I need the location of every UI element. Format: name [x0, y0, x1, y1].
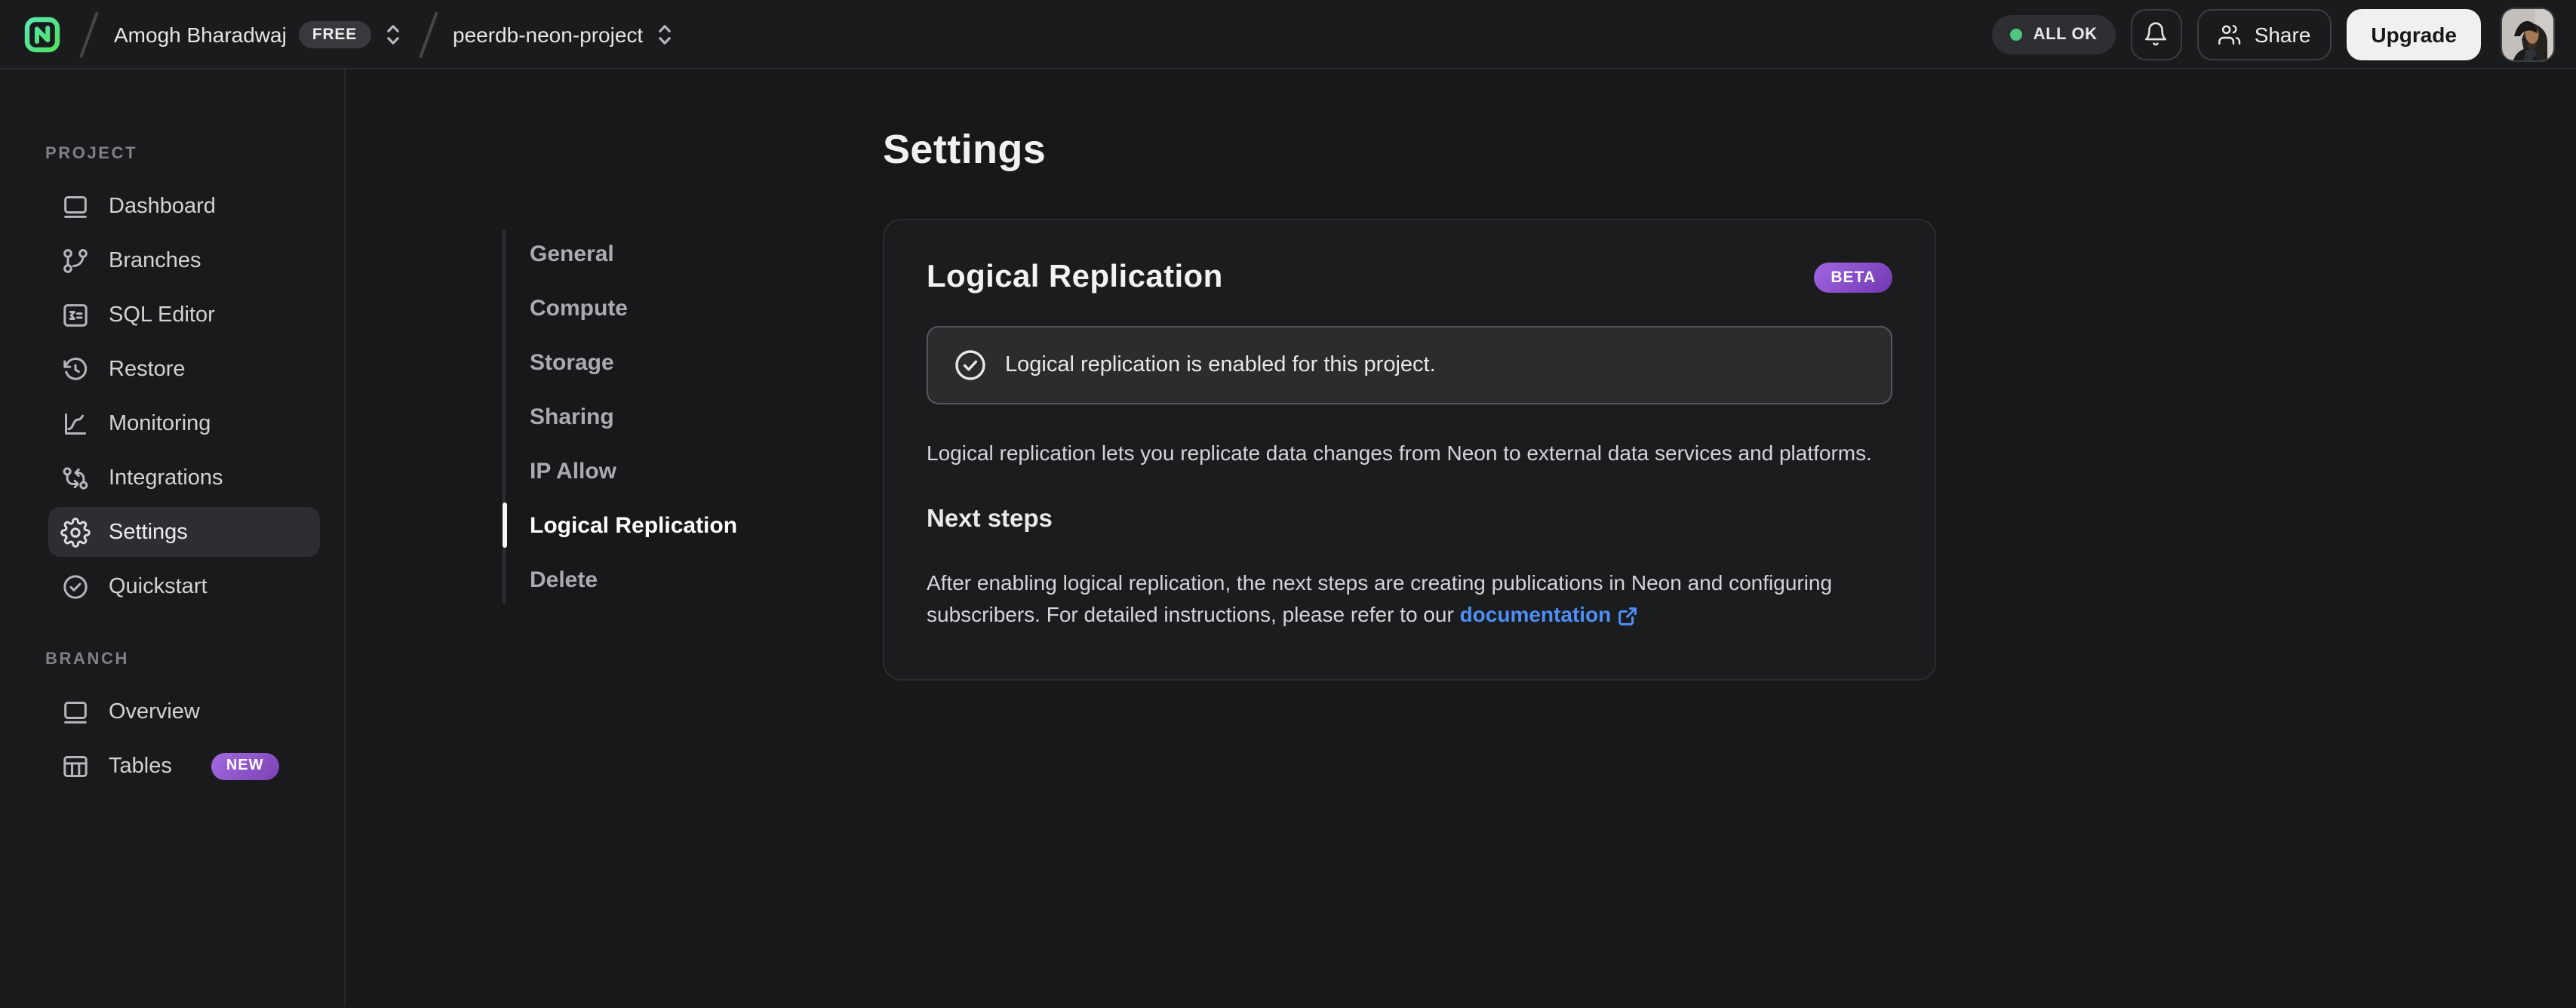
- replication-enabled-alert: Logical replication is enabled for this …: [927, 326, 1892, 404]
- settings-subnav: General Compute Storage Sharing IP Allow…: [503, 226, 883, 607]
- history-icon: [60, 354, 91, 384]
- topbar: Amogh Bharadwaj FREE peerdb-neon-project…: [0, 0, 2576, 69]
- sidebar-item-quickstart[interactable]: Quickstart: [48, 561, 320, 611]
- sidebar: PROJECT Dashboard Branches SQL Editor Re…: [0, 69, 346, 1006]
- chart-icon: [60, 408, 91, 438]
- breadcrumb-org[interactable]: Amogh Bharadwaj FREE: [114, 20, 402, 48]
- gear-icon: [60, 517, 91, 547]
- dashboard-icon: [60, 191, 91, 221]
- chevron-updown-icon: [655, 22, 675, 46]
- settings-tab-delete[interactable]: Delete: [530, 552, 883, 607]
- main-content: General Compute Storage Sharing IP Allow…: [346, 69, 2576, 1006]
- beta-badge: BETA: [1814, 263, 1892, 293]
- sidebar-item-monitoring[interactable]: Monitoring: [48, 398, 320, 448]
- sidebar-item-sql-editor[interactable]: SQL Editor: [48, 290, 320, 340]
- sidebar-section-branch: BRANCH: [45, 650, 129, 668]
- check-circle-icon: [60, 571, 91, 601]
- sidebar-item-integrations[interactable]: Integrations: [48, 453, 320, 502]
- status-badge[interactable]: ALL OK: [1992, 14, 2116, 54]
- sidebar-item-tables[interactable]: Tables NEW: [48, 741, 320, 791]
- sidebar-item-overview[interactable]: Overview: [48, 687, 320, 736]
- logical-replication-card: Logical Replication BETA Logical replica…: [883, 219, 1936, 681]
- chevron-updown-icon: [383, 22, 402, 46]
- share-button[interactable]: Share: [2196, 8, 2332, 60]
- sidebar-item-dashboard[interactable]: Dashboard: [48, 181, 320, 231]
- external-link-icon: [1617, 607, 1637, 626]
- sidebar-item-restore[interactable]: Restore: [48, 344, 320, 394]
- page-title: Settings: [883, 127, 1047, 172]
- avatar[interactable]: [2501, 7, 2555, 61]
- table-icon: [60, 751, 91, 781]
- documentation-link[interactable]: documentation: [1460, 599, 1637, 631]
- settings-tab-logical-replication[interactable]: Logical Replication: [503, 498, 883, 552]
- neon-console: Amogh Bharadwaj FREE peerdb-neon-project…: [0, 0, 2576, 1008]
- settings-panel: Settings Logical Replication BETA Logica…: [883, 127, 1936, 681]
- project-name: peerdb-neon-project: [453, 22, 644, 46]
- org-name: Amogh Bharadwaj: [114, 22, 287, 46]
- sidebar-item-branches[interactable]: Branches: [48, 235, 320, 285]
- settings-tab-storage[interactable]: Storage: [530, 335, 883, 389]
- breadcrumb-project[interactable]: peerdb-neon-project: [453, 22, 675, 46]
- notifications-button[interactable]: [2130, 8, 2182, 60]
- branch-icon: [60, 245, 91, 275]
- terminal-icon: [60, 300, 91, 330]
- breadcrumb-separator: [79, 11, 98, 57]
- neon-logo[interactable]: [21, 13, 63, 55]
- next-steps-text: After enabling logical replication, the …: [927, 567, 1892, 631]
- next-steps-title: Next steps: [927, 506, 1053, 533]
- alert-text: Logical replication is enabled for this …: [1005, 353, 1436, 377]
- plan-badge: FREE: [298, 20, 371, 48]
- share-label: Share: [2254, 22, 2311, 46]
- sidebar-item-settings[interactable]: Settings: [48, 507, 320, 557]
- settings-tab-general[interactable]: General: [530, 226, 883, 281]
- status-label: ALL OK: [2033, 25, 2098, 43]
- new-badge: NEW: [211, 752, 279, 779]
- users-icon: [2218, 22, 2242, 46]
- settings-tab-ip-allow[interactable]: IP Allow: [530, 444, 883, 498]
- sidebar-section-project: PROJECT: [45, 145, 138, 163]
- check-circle-icon: [954, 349, 987, 382]
- breadcrumb-separator: [418, 11, 437, 57]
- bell-icon: [2144, 21, 2169, 47]
- settings-tab-compute[interactable]: Compute: [530, 281, 883, 335]
- upgrade-button[interactable]: Upgrade: [2347, 8, 2481, 60]
- integrations-icon: [60, 463, 91, 493]
- replication-description: Logical replication lets you replicate d…: [927, 441, 1872, 465]
- status-dot-icon: [2010, 28, 2023, 40]
- overview-icon: [60, 696, 91, 727]
- settings-tab-sharing[interactable]: Sharing: [530, 389, 883, 444]
- card-title: Logical Replication: [927, 260, 1223, 294]
